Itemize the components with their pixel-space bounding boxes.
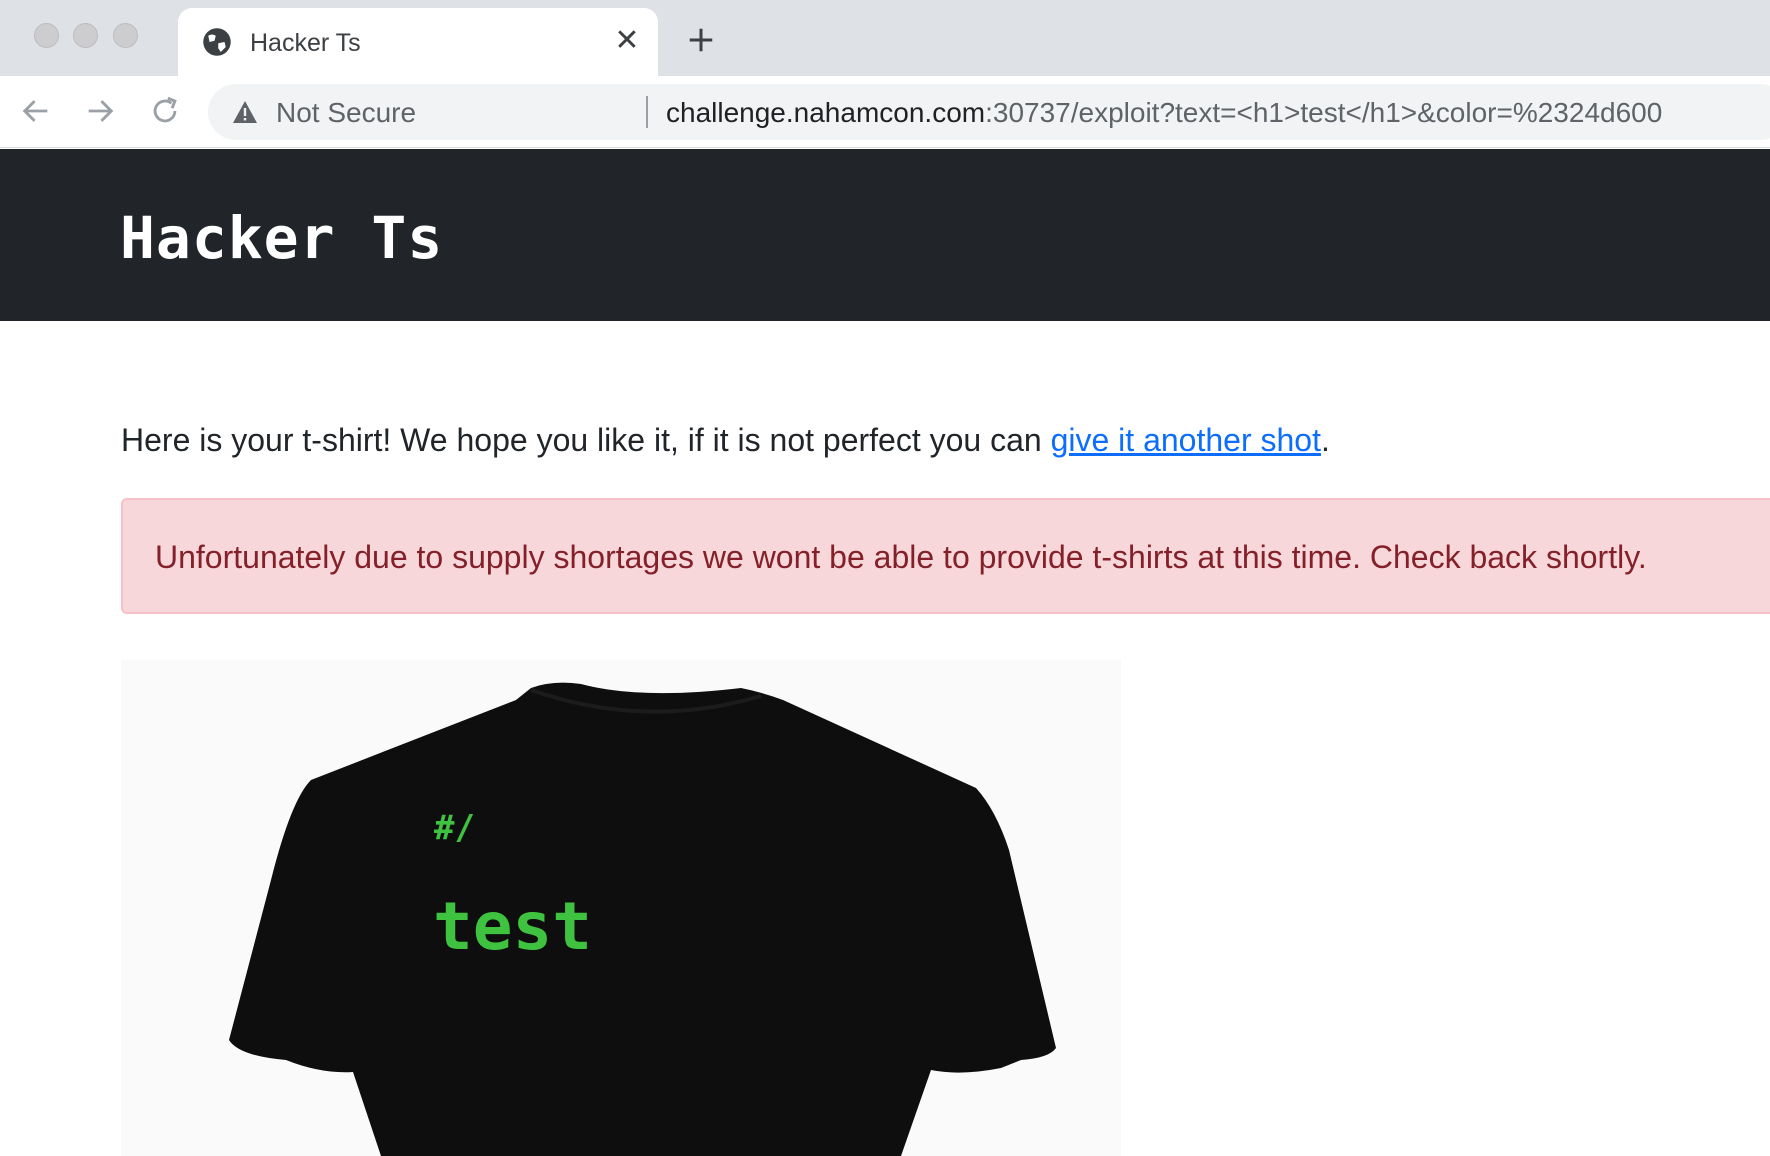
- site-header: Hacker Ts: [0, 149, 1770, 321]
- address-bar[interactable]: Not Secure challenge.nahamcon.com:30737/…: [208, 84, 1770, 140]
- globe-icon: [203, 28, 231, 56]
- new-tab-plus-icon[interactable]: [686, 25, 716, 55]
- browser-tab[interactable]: Hacker Ts ✕: [178, 8, 658, 76]
- forward-arrow-icon[interactable]: [83, 94, 117, 128]
- security-status-label[interactable]: Not Secure: [276, 97, 416, 129]
- browser-tab-strip: Hacker Ts ✕: [0, 0, 1770, 76]
- address-bar-divider: [646, 96, 648, 128]
- url-path: :30737/exploit?text=<h1>test</h1>&color=…: [985, 97, 1663, 128]
- window-zoom-button[interactable]: [113, 23, 138, 48]
- window-minimize-button[interactable]: [73, 23, 98, 48]
- reload-icon[interactable]: [148, 94, 182, 128]
- alert-message: Unfortunately due to supply shortages we…: [155, 539, 1647, 575]
- shirt-prefix-text: #/: [434, 808, 475, 848]
- window-close-button[interactable]: [34, 23, 59, 48]
- retry-link[interactable]: give it another shot: [1051, 422, 1321, 458]
- tshirt-preview-image: #/ test: [121, 660, 1121, 1156]
- back-arrow-icon[interactable]: [19, 94, 53, 128]
- intro-paragraph: Here is your t-shirt! We hope you like i…: [121, 422, 1330, 459]
- url-text[interactable]: challenge.nahamcon.com:30737/exploit?tex…: [666, 97, 1662, 129]
- browser-toolbar: Not Secure challenge.nahamcon.com:30737/…: [0, 76, 1770, 148]
- tshirt-shape: [229, 682, 1056, 1156]
- intro-text: Here is your t-shirt! We hope you like i…: [121, 422, 1051, 458]
- shirt-printed-text: test: [433, 888, 592, 965]
- intro-end: .: [1320, 422, 1330, 458]
- tab-title: Hacker Ts: [250, 29, 361, 57]
- close-tab-icon[interactable]: ✕: [612, 26, 642, 56]
- site-brand[interactable]: Hacker Ts: [120, 204, 443, 272]
- url-host: challenge.nahamcon.com: [666, 97, 986, 128]
- warning-triangle-icon[interactable]: [232, 100, 258, 124]
- supply-shortage-alert: Unfortunately due to supply shortages we…: [121, 498, 1770, 614]
